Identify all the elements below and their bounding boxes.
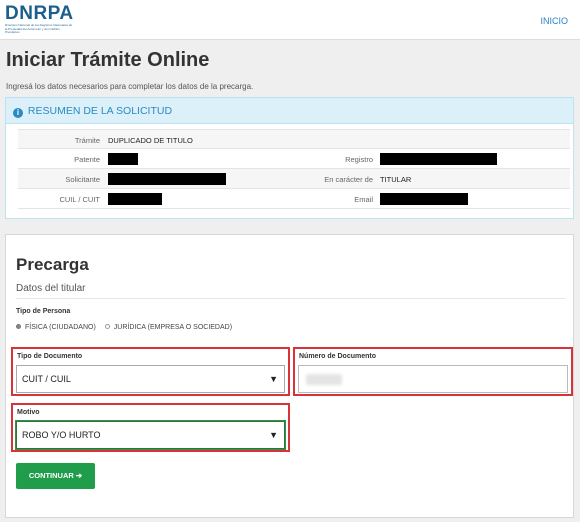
tipo-persona-radios: FÍSICA (CIUDADANO) JURÍDICA (EMPRESA O SO…	[16, 324, 232, 331]
redacted-cuil	[108, 193, 162, 205]
summary-row-patente: Patente Registro	[18, 149, 570, 169]
redacted-registro	[380, 153, 497, 165]
redacted-solicitante	[108, 173, 226, 185]
summary-label: Registro	[345, 155, 373, 164]
precarga-subtitle: Datos del titular	[16, 283, 86, 294]
summary-table: Trámite DUPLICADO DE TITULO Patente Regi…	[18, 129, 570, 209]
numero-documento-label: Número de Documento	[299, 353, 377, 360]
motivo-value: ROBO Y/O HURTO	[22, 430, 101, 440]
top-navbar: DNRPA Dirección Nacional de los Registro…	[0, 0, 580, 40]
tipo-documento-group: Tipo de Documento CUIT / CUIL ▼	[11, 347, 290, 396]
tipo-documento-select[interactable]: CUIT / CUIL ▼	[16, 365, 285, 393]
summary-value: TITULAR	[380, 175, 412, 184]
dnrpa-logo[interactable]: DNRPA Dirección Nacional de los Registro…	[5, 3, 75, 35]
summary-label: Solicitante	[65, 175, 100, 184]
radio-fisica[interactable]	[16, 324, 21, 329]
tipo-documento-value: CUIT / CUIL	[22, 374, 71, 384]
blurred-document-number	[306, 374, 342, 385]
tipo-persona-label: Tipo de Persona	[16, 308, 71, 315]
info-icon: i	[13, 108, 23, 118]
page-intro: Ingresá los datos necesarios para comple…	[6, 82, 254, 91]
motivo-label: Motivo	[17, 409, 40, 416]
summary-row-solicitante: Solicitante En carácter de TITULAR	[18, 169, 570, 189]
radio-juridica[interactable]	[104, 324, 110, 329]
summary-panel: i RESUMEN DE LA SOLICITUD Trámite DUPLIC…	[5, 97, 574, 219]
summary-value: DUPLICADO DE TITULO	[108, 136, 193, 145]
tipo-documento-label: Tipo de Documento	[17, 353, 83, 360]
numero-documento-group: Número de Documento	[293, 347, 573, 396]
summary-label: Trámite	[74, 136, 100, 145]
summary-heading: i RESUMEN DE LA SOLICITUD	[6, 98, 573, 124]
numero-documento-input[interactable]	[298, 365, 568, 393]
motivo-select[interactable]: ROBO Y/O HURTO ▼	[16, 421, 285, 449]
redacted-email	[380, 193, 468, 205]
radio-juridica-label[interactable]: JURÍDICA (EMPRESA O SOCIEDAD)	[114, 324, 232, 331]
logo-title: DNRPA	[5, 3, 74, 24]
summary-label: Email	[354, 195, 373, 204]
continue-button[interactable]: CONTINUAR ➔	[16, 463, 95, 489]
precarga-panel: Precarga Datos del titular Tipo de Perso…	[5, 234, 574, 518]
motivo-group: Motivo ROBO Y/O HURTO ▼	[11, 403, 290, 452]
summary-label: En carácter de	[324, 175, 373, 184]
summary-row-cuil: CUIL / CUIT Email	[18, 189, 570, 209]
divider	[16, 298, 565, 299]
summary-label: Patente	[74, 155, 100, 164]
summary-row-tramite: Trámite DUPLICADO DE TITULO	[18, 129, 570, 149]
radio-fisica-label[interactable]: FÍSICA (CIUDADANO)	[25, 324, 96, 331]
redacted-patente	[108, 153, 138, 165]
dropdown-arrow-icon: ▼	[269, 374, 278, 384]
logo-subtitle: Dirección Nacional de los Registros Naci…	[5, 23, 73, 35]
summary-heading-text: RESUMEN DE LA SOLICITUD	[27, 105, 173, 117]
precarga-title: Precarga	[16, 255, 89, 274]
summary-label: CUIL / CUIT	[59, 195, 100, 204]
page-title: Iniciar Trámite Online	[6, 49, 210, 71]
dropdown-arrow-icon: ▼	[269, 430, 278, 440]
nav-link-inicio[interactable]: INICIO	[540, 16, 568, 26]
